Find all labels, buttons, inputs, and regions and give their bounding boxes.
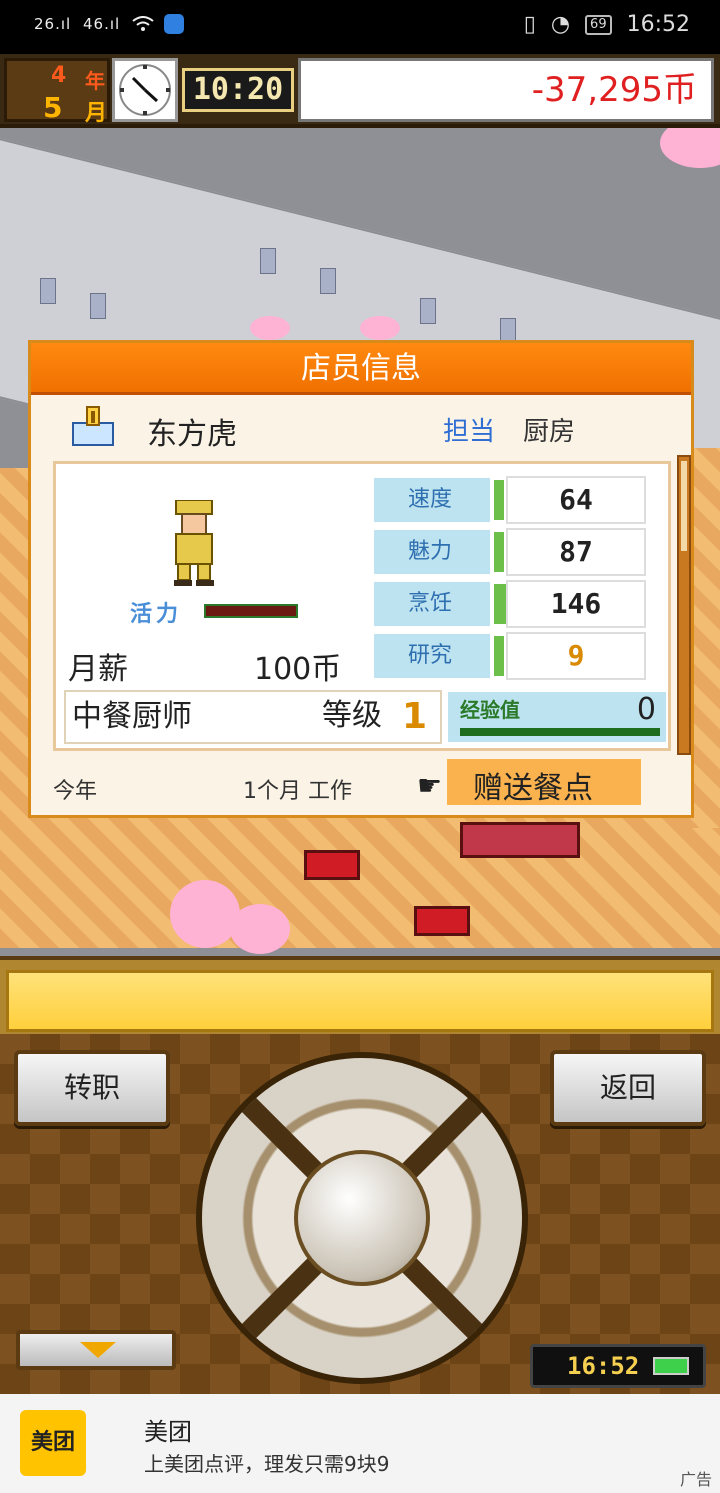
- vitality-label: 活力: [130, 602, 183, 627]
- mini-clock-time: 16:52: [567, 1352, 640, 1380]
- clock-face-icon: [119, 64, 171, 116]
- scrollbar[interactable]: [677, 455, 691, 755]
- status-right: ▯ ◔ 69 16:52: [516, 12, 690, 37]
- scroll-down-button[interactable]: [16, 1330, 176, 1370]
- date-panel: 4 年 5 月: [4, 58, 110, 126]
- year-label: 年: [85, 69, 105, 93]
- clock-icon: [112, 58, 178, 122]
- dining-table: [460, 822, 580, 858]
- stat-value: 87: [506, 528, 646, 576]
- gift-meal-label: 赠送餐点: [473, 771, 593, 806]
- signal-1: 26.ıl: [34, 14, 72, 33]
- dining-table: [304, 850, 360, 880]
- cherry-tree: [230, 904, 290, 954]
- status-left: 26.ıl 46.ıl: [34, 14, 184, 34]
- mini-clock: 16:52: [530, 1344, 706, 1388]
- meituan-logo[interactable]: 美团: [20, 1410, 86, 1476]
- pointing-hand-icon: ☛: [417, 769, 443, 802]
- stat-name: 魅力: [372, 528, 492, 576]
- year-value: 4: [51, 63, 67, 88]
- cherry-tree: [360, 316, 400, 340]
- employee-header: 东方虎 担当 厨房: [31, 395, 691, 461]
- scrollbar-thumb[interactable]: [681, 461, 687, 551]
- wifi-icon: [132, 16, 154, 31]
- control-pad: 转职 返回 16:52: [0, 1034, 720, 1394]
- building-window: [260, 248, 276, 274]
- status-bar: 26.ıl 46.ıl ▯ ◔ 69 16:52: [0, 0, 720, 54]
- ad-tag: 广告: [679, 1470, 712, 1489]
- stat-row-charm: 魅力 87: [372, 528, 646, 578]
- cherry-tree: [660, 128, 720, 168]
- back-button[interactable]: 返回: [550, 1050, 706, 1126]
- employee-details-panel: 活力 月薪 100币 速度 64 魅力 87 烹饪 146 研究 9 中餐厨师 …: [53, 461, 671, 751]
- stat-value: 64: [506, 476, 646, 524]
- stat-name: 速度: [372, 476, 492, 524]
- game-time: 10:20: [182, 68, 294, 112]
- stat-row-research: 研究 9: [372, 632, 646, 682]
- employee-name: 东方虎: [147, 417, 237, 452]
- money-display: -37,295币: [298, 58, 714, 122]
- battery-icon: 69: [585, 15, 612, 35]
- stat-value: 146: [506, 580, 646, 628]
- cherry-tree: [170, 880, 240, 948]
- salary-value: 100币: [254, 652, 342, 687]
- level-value: 1: [402, 696, 428, 737]
- hotspot-icon: [163, 14, 184, 34]
- building-window: [320, 268, 336, 294]
- this-year-label: 今年: [53, 779, 98, 804]
- gift-meal-button[interactable]: ☛ 赠送餐点: [417, 759, 641, 806]
- employee-info-dialog: 店员信息 东方虎 担当 厨房 活力 月薪 100币 速度 64 魅力 87 烹饪…: [28, 340, 694, 818]
- experience-bar: [460, 728, 660, 736]
- stat-row-cooking: 烹饪 146: [372, 580, 646, 630]
- speed-icon: ◔: [550, 12, 571, 37]
- message-box: [6, 970, 714, 1032]
- stat-bar: [494, 636, 504, 676]
- stat-bar: [494, 480, 504, 520]
- stat-row-speed: 速度 64: [372, 476, 646, 526]
- signal-2: 46.ıl: [82, 14, 121, 33]
- cherry-tree: [250, 316, 290, 340]
- transfer-job-button[interactable]: 转职: [14, 1050, 170, 1126]
- stat-value: 9: [506, 632, 646, 680]
- message-bar: [0, 956, 720, 1034]
- building-window: [420, 298, 436, 324]
- salary-label: 月薪: [68, 652, 128, 687]
- month-label: 月: [85, 101, 108, 126]
- dining-table: [414, 906, 470, 936]
- role-value: 厨房: [523, 417, 576, 447]
- stats-list: 速度 64 魅力 87 烹饪 146 研究 9: [372, 476, 646, 684]
- role-label: 担当: [443, 417, 496, 447]
- dpad-center-button[interactable]: [294, 1150, 430, 1286]
- status-time: 16:52: [626, 12, 690, 37]
- chef-avatar-icon: [174, 500, 214, 586]
- experience-label: 经验值: [460, 698, 520, 722]
- job-title: 中餐厨师: [64, 690, 442, 744]
- dialog-footer: 今年 1个月 工作 ☛ 赠送餐点: [31, 755, 691, 815]
- stat-name: 烹饪: [372, 580, 492, 628]
- month-value: 5: [43, 91, 63, 124]
- stat-name: 研究: [372, 632, 492, 680]
- experience-box: 经验值 0: [446, 690, 668, 744]
- stat-bar: [494, 532, 504, 572]
- experience-value: 0: [636, 692, 656, 727]
- ad-banner[interactable]: 美团 美团 上美团点评，理发只需9块9 广告: [0, 1394, 720, 1493]
- vibrate-icon: ▯: [523, 12, 536, 37]
- dpad[interactable]: [196, 1052, 528, 1384]
- vitality-bar: [204, 604, 298, 618]
- ad-title[interactable]: 美团: [144, 1412, 192, 1447]
- building-window: [40, 278, 56, 304]
- dialog-title: 店员信息: [31, 343, 691, 395]
- ad-subtitle[interactable]: 上美团点评，理发只需9块9: [144, 1448, 389, 1477]
- level-label: 等级: [322, 698, 382, 733]
- arrow-down-icon: [80, 1342, 116, 1358]
- game-hud: 4 年 5 月 10:20 -37,295币: [0, 54, 720, 128]
- building-window: [90, 293, 106, 319]
- rank-badge-icon: [72, 406, 114, 446]
- tenure-text: 1个月 工作: [243, 779, 352, 804]
- battery-icon: [653, 1357, 689, 1375]
- job-row: 中餐厨师 等级 1 经验值 0: [64, 690, 668, 744]
